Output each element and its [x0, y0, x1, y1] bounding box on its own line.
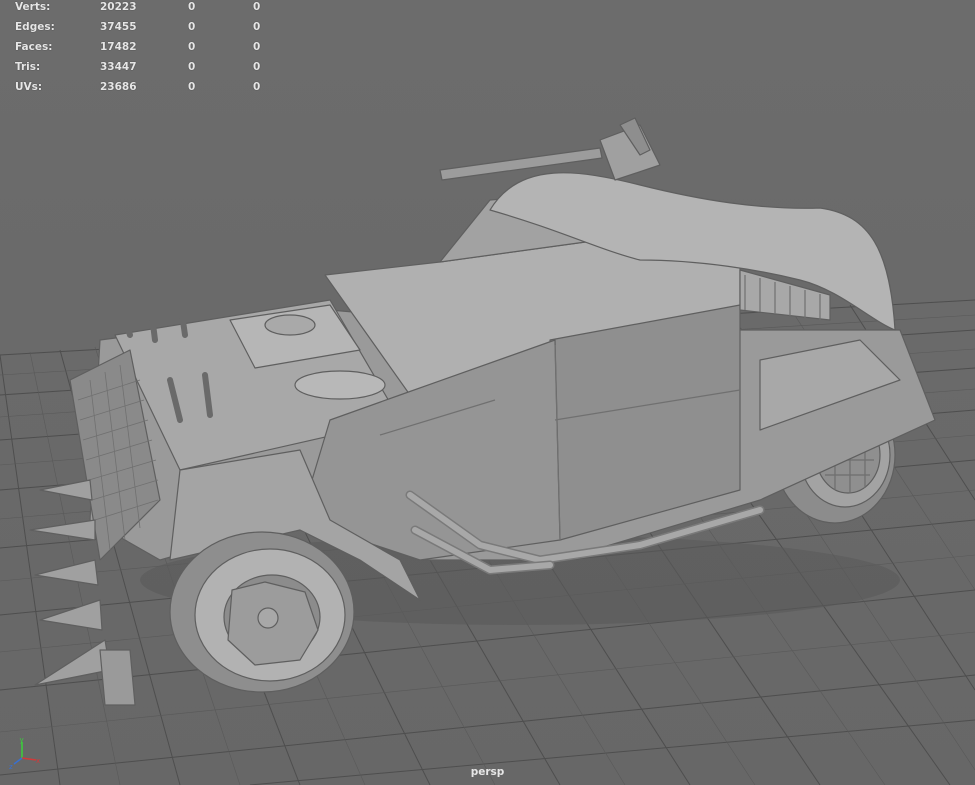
hud-value-selected: 0: [188, 21, 196, 33]
hud-value-selected: 0: [188, 1, 196, 13]
front-wheel: [169, 531, 355, 693]
scene-canvas[interactable]: [0, 0, 975, 785]
svg-text:y: y: [20, 736, 24, 744]
hud-label: Verts:: [15, 1, 51, 13]
hud-label: Faces:: [15, 41, 53, 53]
camera-name-label: persp: [470, 766, 505, 778]
hud-value-selected: 0: [188, 81, 196, 93]
hud-value-total: 17482: [100, 41, 137, 53]
axis-gizmo-icon: y x z: [9, 736, 40, 770]
hud-label: Tris:: [15, 61, 41, 73]
hud-value-triangles: 0: [253, 21, 261, 33]
hud-value-triangles: 0: [253, 61, 261, 73]
hud-value-triangles: 0: [253, 1, 261, 13]
hud-value-selected: 0: [188, 41, 196, 53]
hud-label: Edges:: [15, 21, 55, 33]
hud-value-total: 37455: [100, 21, 137, 33]
hud-label: UVs:: [15, 81, 43, 93]
hud-value-total: 23686: [100, 81, 137, 93]
hud-value-total: 20223: [100, 1, 137, 13]
hud-value-selected: 0: [188, 61, 196, 73]
hud-value-triangles: 0: [253, 41, 261, 53]
vehicle-model[interactable]: [29, 117, 936, 706]
3d-viewport[interactable]: Verts: 20223 0 0 Edges: 37455 0 0 Faces:…: [0, 0, 975, 785]
hud-value-total: 33447: [100, 61, 137, 73]
svg-text:x: x: [36, 757, 40, 765]
hud-value-triangles: 0: [253, 81, 261, 93]
